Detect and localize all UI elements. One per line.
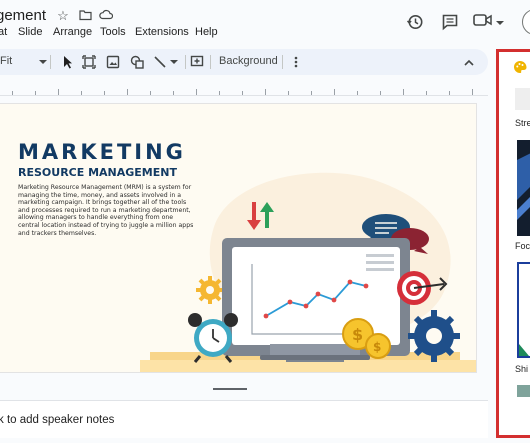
more-options-icon[interactable] [287, 53, 305, 71]
themes-panel: Stre Foc Shi [496, 49, 530, 438]
toolbar-divider [282, 55, 283, 69]
theme-thumbnail-next[interactable] [517, 385, 530, 397]
gear-icon [196, 276, 224, 304]
video-camera-icon [473, 13, 493, 32]
background-button[interactable]: Background [219, 55, 278, 67]
folder-icon[interactable] [78, 9, 92, 23]
collapse-toolbar-icon[interactable] [460, 53, 478, 71]
menu-arrange[interactable]: Arrange [53, 26, 92, 38]
history-icon[interactable] [405, 12, 425, 32]
star-icon[interactable]: ☆ [56, 9, 70, 23]
speaker-notes-placeholder[interactable]: k to add speaker notes [0, 414, 114, 426]
toolbar-divider [185, 55, 186, 69]
menu-slide[interactable]: Slide [18, 26, 42, 38]
document-title[interactable]: gement [0, 7, 46, 24]
line-dropdown-icon[interactable] [165, 53, 183, 71]
horizontal-ruler [0, 84, 488, 96]
cloud-status-icon[interactable] [99, 9, 114, 23]
marketing-illustration[interactable]: $ $ [0, 104, 476, 372]
theme-thumbnail-blank[interactable] [515, 88, 530, 110]
menu-format[interactable]: at [0, 26, 7, 38]
theme-thumbnail-focus[interactable] [517, 140, 530, 236]
comment-icon[interactable] [440, 12, 460, 32]
zoom-select[interactable]: Fit [0, 55, 12, 67]
theme-label-shift[interactable]: Shi [515, 364, 528, 374]
slide[interactable]: MARKETING RESOURCE MANAGEMENT Marketing … [0, 104, 476, 372]
slides-window: { "app": { "title": "gement", "menu": ["… [0, 0, 530, 443]
toolbar: Fit Background [0, 49, 488, 75]
select-cursor-icon[interactable] [59, 53, 77, 71]
add-comment-icon[interactable] [188, 53, 206, 71]
svg-text:$: $ [352, 325, 363, 344]
image-icon[interactable] [104, 53, 122, 71]
theme-label-streamline[interactable]: Stre [515, 118, 530, 128]
chevron-down-icon [496, 13, 504, 31]
meet-button[interactable] [473, 9, 513, 35]
menu-help[interactable]: Help [195, 26, 218, 38]
svg-text:$: $ [373, 340, 381, 354]
select-frame-icon[interactable] [80, 53, 98, 71]
speaker-notes[interactable]: k to add speaker notes [0, 400, 488, 438]
theme-label-focus[interactable]: Foc [515, 241, 530, 251]
palette-icon [513, 60, 527, 74]
shape-icon[interactable] [128, 53, 146, 71]
menu-extensions[interactable]: Extensions [135, 26, 189, 38]
menu-tools[interactable]: Tools [100, 26, 126, 38]
filmstrip-resize-handle[interactable] [213, 388, 247, 390]
toolbar-divider [50, 55, 51, 69]
theme-thumbnail-shift[interactable] [517, 262, 530, 358]
toolbar-divider [210, 55, 211, 69]
